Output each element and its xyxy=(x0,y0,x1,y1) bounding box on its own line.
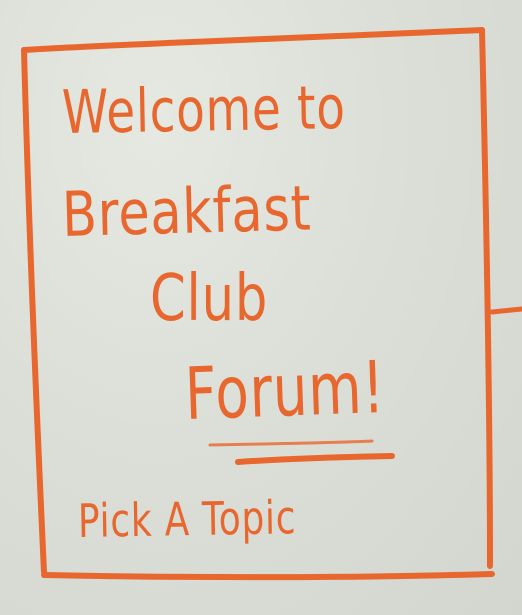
club-text: Club xyxy=(150,262,269,336)
breakfast-text: Breakfast xyxy=(61,171,313,251)
forum-word-underline xyxy=(208,439,374,447)
forum-text: Forum! xyxy=(183,345,387,436)
frame-right-border xyxy=(479,27,493,569)
forum-underline xyxy=(235,453,395,465)
pick-a-topic-text: Pick A Topic xyxy=(77,490,297,548)
stray-marker-stroke xyxy=(489,306,522,315)
welcome-text: Welcome to xyxy=(61,73,347,148)
frame-bottom-border xyxy=(41,571,495,581)
frame-left-border xyxy=(21,47,47,575)
frame-top-border xyxy=(21,27,485,53)
